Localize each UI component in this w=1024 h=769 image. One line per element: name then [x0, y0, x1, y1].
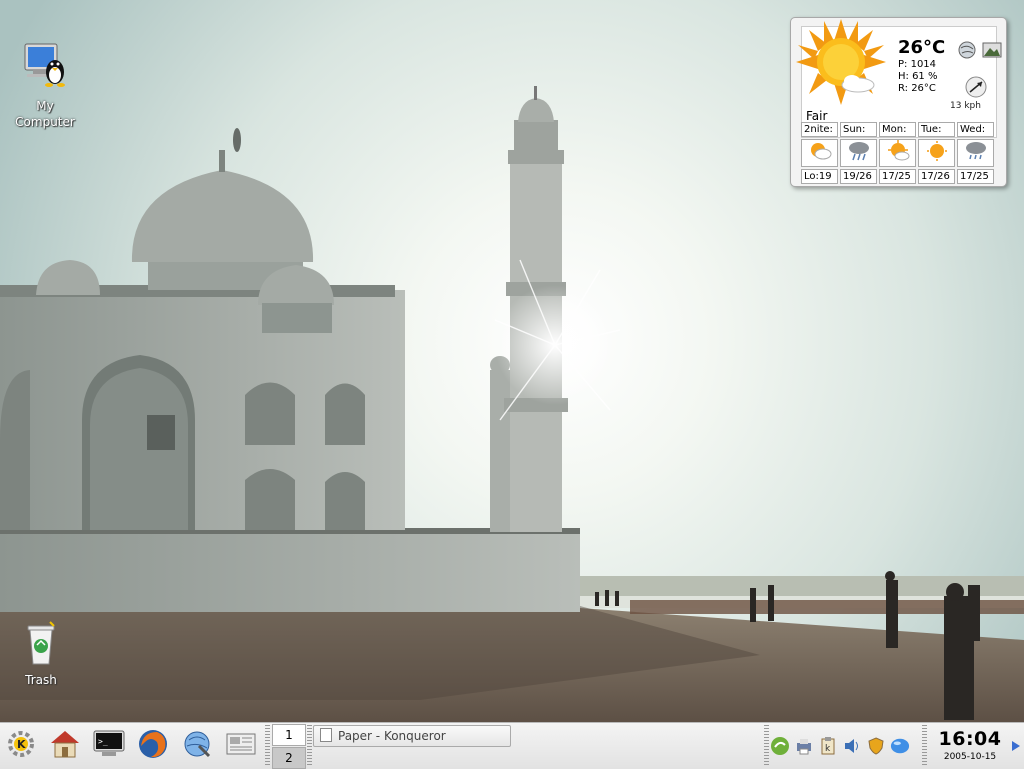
desktop-icon-my-computer[interactable]: My Computer: [0, 42, 90, 130]
wind-speed: 13 kph: [950, 101, 981, 111]
partly-cloudy-night-icon: [808, 141, 832, 165]
forecast-temps: Lo:19: [801, 169, 838, 184]
sun-icon: [796, 19, 886, 109]
terminal-icon: >_: [92, 728, 126, 764]
home-icon: [49, 728, 81, 764]
forecast-day-label: Tue:: [918, 122, 955, 137]
forecast-temps: 19/26: [840, 169, 877, 184]
wind-direction-icon: [964, 75, 988, 103]
news-launcher[interactable]: [224, 729, 258, 763]
kde-menu-button[interactable]: K: [4, 729, 38, 763]
panel-handle[interactable]: [265, 725, 270, 767]
forecast-temps: 17/25: [957, 169, 994, 184]
panel-handle[interactable]: [307, 725, 312, 767]
forecast-day: 2nite: Lo:19: [801, 122, 838, 184]
shield-icon[interactable]: [866, 736, 886, 756]
forecast-temps: 17/26: [918, 169, 955, 184]
forecast-day-label: 2nite:: [801, 122, 838, 137]
forecast-day: Tue: 17/26: [918, 122, 955, 184]
firefox-launcher[interactable]: [136, 729, 170, 763]
desktop-icon-label: Computer: [15, 115, 75, 129]
current-temperature: 26°C: [898, 37, 946, 58]
weather-forecast: 2nite: Lo:19 Sun: 19/26 Mon: 17/25 Tue: …: [801, 122, 997, 184]
panel-hide-arrow-icon[interactable]: [1012, 741, 1020, 751]
kde-panel: K >_ 1 2 Paper - Konqueror k 16:04 2005-…: [0, 722, 1024, 769]
panel-handle[interactable]: [764, 725, 769, 767]
panel-clock[interactable]: 16:04 2005-10-15: [928, 727, 1012, 767]
panel-handle[interactable]: [922, 725, 927, 767]
forecast-temps: 17/25: [879, 169, 916, 184]
document-icon: [320, 728, 332, 742]
terminal-launcher[interactable]: >_: [92, 729, 126, 763]
clock-time: 16:04: [938, 728, 1002, 750]
forecast-day-label: Sun:: [840, 122, 877, 137]
desktop-pager-1[interactable]: 1: [272, 724, 306, 746]
weather-condition: Fair: [806, 109, 828, 123]
forecast-day: Wed: 17/25: [957, 122, 994, 184]
forecast-day-label: Wed:: [957, 122, 994, 137]
home-launcher[interactable]: [48, 729, 82, 763]
newspaper-icon: [225, 730, 257, 762]
forecast-day: Sun: 19/26: [840, 122, 877, 184]
konqueror-launcher[interactable]: [180, 729, 214, 763]
task-button-label: Paper - Konqueror: [338, 729, 446, 743]
svg-text:K: K: [17, 738, 26, 751]
landscape-icon[interactable]: [982, 41, 1002, 63]
svg-text:>_: >_: [98, 737, 108, 746]
konqueror-icon: [181, 728, 213, 764]
green-leaf-icon[interactable]: [770, 736, 790, 756]
sun-icon: [925, 140, 949, 166]
forecast-day: Mon: 17/25: [879, 122, 916, 184]
kde-menu-icon: K: [4, 727, 38, 765]
computer-icon: [0, 42, 90, 96]
realfeel-reading: R: 26°C: [898, 83, 936, 94]
desktop-icon-label: Trash: [25, 673, 57, 687]
network-printer-icon[interactable]: [794, 736, 814, 756]
globe-icon[interactable]: [890, 736, 910, 756]
trash-icon: [0, 620, 86, 670]
globe-icon[interactable]: [958, 41, 976, 63]
system-tray: k: [770, 729, 910, 763]
forecast-day-label: Mon:: [879, 122, 916, 137]
volume-icon[interactable]: [842, 736, 862, 756]
task-button-konqueror[interactable]: Paper - Konqueror: [313, 725, 511, 747]
desktop-icon-label: My: [36, 99, 54, 113]
thunderstorm-icon: [847, 140, 871, 166]
pressure-reading: P: 1014: [898, 59, 937, 70]
desktop-icon-trash[interactable]: Trash: [0, 620, 86, 688]
firefox-icon: [137, 728, 169, 764]
humidity-reading: H: 61 %: [898, 71, 938, 82]
svg-text:k: k: [825, 744, 831, 754]
sun-cloud-icon: [886, 140, 910, 166]
desktop-pager-2[interactable]: 2: [272, 747, 306, 769]
clock-date: 2005-10-15: [943, 752, 997, 762]
rain-icon: [964, 140, 988, 166]
weather-applet[interactable]: 26°C P: 1014 H: 61 % R: 26°C Fair 13 kph…: [790, 17, 1007, 187]
klipper-icon[interactable]: k: [818, 736, 838, 756]
